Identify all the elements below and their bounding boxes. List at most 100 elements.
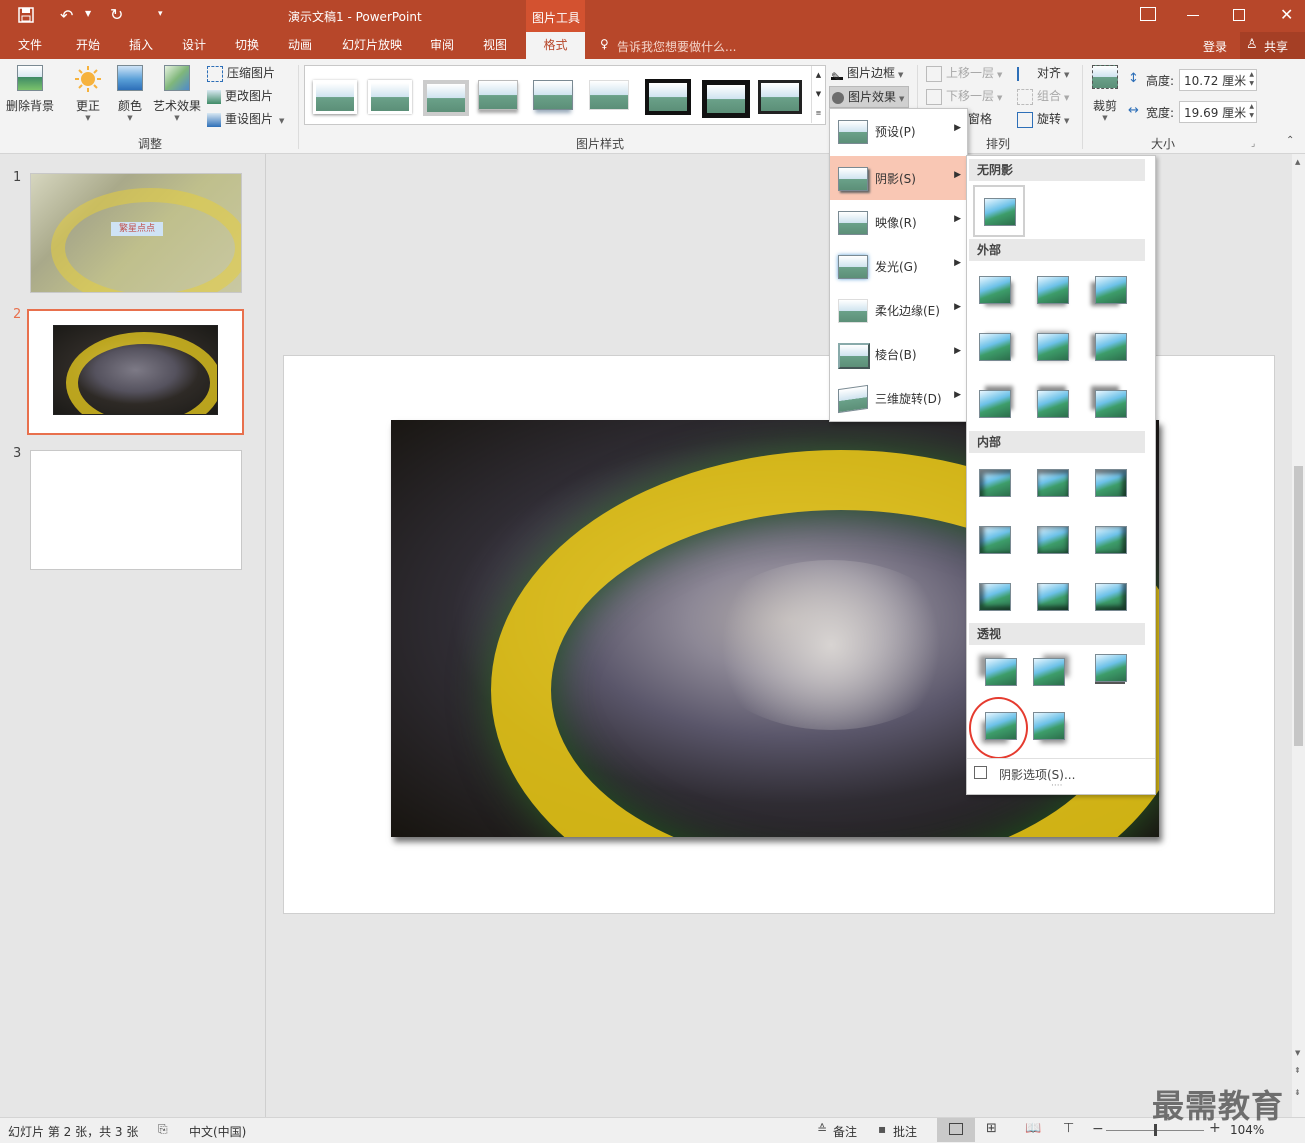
tab-file[interactable]: 文件 — [8, 32, 52, 59]
menu-item-soft-edges[interactable]: 柔化边缘(E) ▶ — [830, 288, 967, 332]
picture-effects-button[interactable]: 图片效果 ▼ — [829, 86, 910, 108]
resize-handle-icon[interactable]: ···· — [1051, 781, 1062, 791]
inner-shadow-5[interactable] — [1037, 526, 1069, 554]
inner-shadow-8[interactable] — [1037, 583, 1069, 611]
picture-style-6[interactable] — [589, 80, 631, 114]
scroll-down-icon[interactable]: ▼ — [1295, 1049, 1300, 1057]
undo-dropdown-icon[interactable]: ▼ — [85, 9, 91, 18]
zoom-slider[interactable] — [1106, 1124, 1204, 1136]
tab-review[interactable]: 审阅 — [420, 32, 464, 59]
outer-shadow-9[interactable] — [1095, 390, 1127, 418]
language-indicator[interactable]: 中文(中国) — [189, 1123, 246, 1140]
height-field[interactable]: 10.72 厘米 ▲ ▼ — [1179, 69, 1257, 91]
perspective-diagonal-lower-left[interactable] — [985, 712, 1017, 740]
menu-item-preset[interactable]: 预设(P) ▶ — [830, 109, 967, 153]
menu-item-reflection[interactable]: 映像(R) ▶ — [830, 200, 967, 244]
align-button[interactable]: 对齐 ▼ — [1017, 63, 1069, 83]
picture-style-2[interactable] — [368, 80, 412, 114]
bring-forward-button[interactable]: 上移一层 ▼ — [926, 63, 1002, 83]
remove-background-button[interactable]: 删除背景 — [4, 65, 56, 114]
collapse-ribbon-icon[interactable]: ⌃ — [1286, 135, 1294, 146]
perspective-diagonal-upper-right[interactable] — [1033, 658, 1065, 686]
tab-format[interactable]: 格式 — [526, 32, 585, 59]
compress-pictures-button[interactable]: 压缩图片 — [207, 63, 275, 83]
color-button[interactable]: 颜色 ▼ — [112, 65, 148, 122]
save-icon[interactable] — [18, 7, 34, 23]
picture-style-4[interactable] — [478, 80, 520, 114]
menu-item-3d-rotation[interactable]: 三维旋转(D) ▶ — [830, 376, 967, 420]
notes-button[interactable]: 备注 — [833, 1123, 857, 1140]
outer-shadow-5[interactable] — [1037, 333, 1069, 361]
picture-style-5[interactable] — [533, 80, 575, 114]
sign-in-link[interactable]: 登录 — [1203, 38, 1227, 55]
share-button[interactable]: ♙ 共享 — [1240, 32, 1305, 59]
picture-style-9[interactable] — [758, 80, 802, 114]
inner-shadow-9[interactable] — [1095, 583, 1127, 611]
shadow-none[interactable] — [973, 185, 1025, 237]
inner-shadow-7[interactable] — [979, 583, 1011, 611]
normal-view-button[interactable] — [937, 1118, 975, 1142]
maximize-icon[interactable] — [1233, 9, 1245, 21]
menu-item-glow[interactable]: 发光(G) ▶ — [830, 244, 967, 288]
perspective-below[interactable] — [1095, 654, 1127, 684]
width-spinner[interactable]: ▲ ▼ — [1249, 102, 1254, 120]
prev-slide-icon[interactable]: ⇞ — [1294, 1066, 1301, 1075]
artistic-effects-button[interactable]: 艺术效果 ▼ — [150, 65, 204, 122]
width-field[interactable]: 19.69 厘米 ▲ ▼ — [1179, 101, 1257, 123]
rotate-button[interactable]: 旋转 ▼ — [1017, 109, 1069, 129]
outer-shadow-1[interactable] — [979, 276, 1011, 304]
zoom-out-icon[interactable]: − — [1092, 1121, 1104, 1137]
proofing-icon[interactable]: ⎘ — [158, 1122, 168, 1137]
editor-scrollbar[interactable]: ▲ ▼ ⇞ ⇟ — [1292, 154, 1305, 1117]
picture-style-7[interactable] — [645, 79, 691, 115]
inner-shadow-3[interactable] — [1095, 469, 1127, 497]
picture-style-1[interactable] — [313, 80, 357, 114]
redo-icon[interactable]: ↻ — [110, 5, 123, 24]
outer-shadow-2[interactable] — [1037, 276, 1069, 304]
picture-styles-gallery[interactable]: ▲ ▼ ≡ — [304, 65, 826, 125]
inner-shadow-2[interactable] — [1037, 469, 1069, 497]
gallery-scroll-down[interactable]: ▼ — [811, 85, 825, 104]
selection-pane-button[interactable]: 窗格 — [968, 109, 992, 129]
height-spinner[interactable]: ▲ ▼ — [1249, 70, 1254, 88]
tab-slideshow[interactable]: 幻灯片放映 — [335, 32, 409, 59]
gallery-scroll-up[interactable]: ▲ — [811, 66, 825, 85]
tab-view[interactable]: 视图 — [473, 32, 517, 59]
crop-button[interactable]: 裁剪 ▼ — [1087, 65, 1123, 122]
picture-style-8[interactable] — [702, 80, 750, 118]
minimize-icon[interactable] — [1187, 15, 1199, 16]
tell-me-input[interactable]: 告诉我您想要做什么... — [617, 38, 736, 55]
tab-insert[interactable]: 插入 — [119, 32, 163, 59]
picture-style-3[interactable] — [423, 80, 469, 116]
gallery-expand[interactable]: ≡ — [811, 104, 825, 123]
ribbon-display-icon[interactable] — [1140, 7, 1156, 21]
tab-design[interactable]: 设计 — [172, 32, 216, 59]
outer-shadow-4[interactable] — [979, 333, 1011, 361]
undo-icon[interactable]: ↶ — [60, 6, 73, 25]
group-button[interactable]: 组合 ▼ — [1017, 86, 1069, 106]
slide-thumbnail-3[interactable] — [30, 450, 242, 570]
outer-shadow-7[interactable] — [979, 390, 1011, 418]
perspective-diagonal-upper-left[interactable] — [985, 658, 1017, 686]
outer-shadow-6[interactable] — [1095, 333, 1127, 361]
next-slide-icon[interactable]: ⇟ — [1294, 1088, 1301, 1097]
menu-item-bevel[interactable]: 棱台(B) ▶ — [830, 332, 967, 376]
reading-view-icon[interactable]: 📖 — [1025, 1121, 1041, 1136]
corrections-button[interactable]: 更正 ▼ — [68, 65, 108, 122]
comments-button[interactable]: 批注 — [893, 1123, 917, 1140]
size-dialog-launcher-icon[interactable]: ⌟ — [1251, 139, 1255, 149]
slide-thumbnail-2[interactable] — [27, 309, 244, 435]
inner-shadow-1[interactable] — [979, 469, 1011, 497]
outer-shadow-3[interactable] — [1095, 276, 1127, 304]
inner-shadow-4[interactable] — [979, 526, 1011, 554]
tab-transitions[interactable]: 切换 — [225, 32, 269, 59]
scroll-up-icon[interactable]: ▲ — [1295, 158, 1300, 166]
close-icon[interactable]: ✕ — [1280, 5, 1293, 24]
slideshow-view-icon[interactable]: ⊤ — [1063, 1121, 1074, 1136]
tab-home[interactable]: 开始 — [66, 32, 110, 59]
picture-border-button[interactable]: ✎ 图片边框 ▼ — [831, 63, 903, 84]
scroll-thumb[interactable] — [1294, 466, 1303, 746]
tab-animations[interactable]: 动画 — [278, 32, 322, 59]
perspective-diagonal-lower-right[interactable] — [1033, 712, 1065, 740]
menu-item-shadow[interactable]: 阴影(S) ▶ — [830, 156, 967, 200]
